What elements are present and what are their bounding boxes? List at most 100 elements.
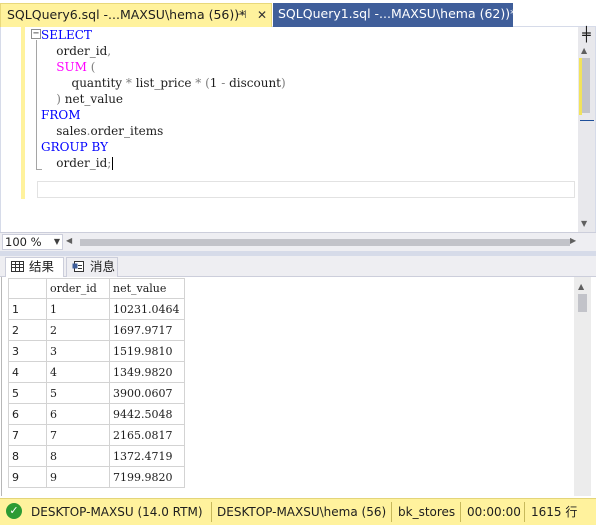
- table-row[interactable]: 6 6 9442.5048: [8, 403, 185, 425]
- column-header-net-value[interactable]: net_value: [109, 278, 185, 299]
- sql-operator: ,: [107, 44, 112, 58]
- scroll-left-arrow-icon[interactable]: ◀: [66, 236, 72, 245]
- status-database: bk_stores: [398, 505, 456, 519]
- code-line[interactable]: SELECT: [41, 27, 571, 43]
- sql-identifier: 1: [209, 76, 222, 90]
- cell-order-id[interactable]: 8: [46, 445, 110, 467]
- cell-order-id[interactable]: 3: [46, 340, 110, 362]
- code-line[interactable]: order_id,: [41, 43, 571, 59]
- sql-operator: (: [201, 76, 210, 90]
- change-tracking-bar: [21, 27, 25, 199]
- outline-line: [36, 40, 37, 170]
- cell-net-value[interactable]: 10231.0464: [109, 298, 185, 320]
- code-line[interactable]: SUM (: [41, 59, 571, 75]
- zoom-select[interactable]: 100 % ▼: [2, 234, 63, 250]
- cell-net-value[interactable]: 1519.9810: [109, 340, 185, 362]
- row-number[interactable]: 6: [8, 403, 47, 425]
- document-tab-strip: SQLQuery6.sql -...MAXSU\hema (56))* ⊣ ✕ …: [0, 0, 596, 27]
- query-editor[interactable]: − SELECT order_id, SUM ( quantity * list…: [0, 27, 596, 232]
- cell-order-id[interactable]: 9: [46, 466, 110, 488]
- code-line[interactable]: quantity * list_price * (1 - discount): [41, 75, 571, 91]
- cell-order-id[interactable]: 4: [46, 361, 110, 383]
- grid-corner[interactable]: [8, 278, 47, 299]
- scroll-up-arrow-icon[interactable]: ▲: [581, 46, 587, 55]
- sql-operator: ): [281, 76, 286, 90]
- sql-identifier: order_id: [41, 44, 108, 58]
- tab-sqlquery1[interactable]: SQLQuery1.sql -...MAXSU\hema (62))*: [273, 3, 516, 27]
- table-row[interactable]: 2 2 1697.9717: [8, 319, 185, 341]
- sql-identifier: list_price: [131, 76, 196, 90]
- code-line[interactable]: GROUP BY: [41, 139, 571, 155]
- sql-keyword: FROM: [41, 108, 81, 122]
- results-tab-strip: 结果 消息: [0, 256, 596, 277]
- results-grid[interactable]: order_id net_value 1 1 10231.0464 2 2 1697.97…: [1, 277, 594, 496]
- table-row[interactable]: 5 5 3900.0607: [8, 382, 185, 404]
- editor-hscroll-thumb[interactable]: [80, 239, 570, 246]
- tab-messages[interactable]: 消息: [66, 257, 118, 277]
- results-table[interactable]: order_id net_value 1 1 10231.0464 2 2 1697.97…: [8, 278, 185, 488]
- cell-net-value[interactable]: 1697.9717: [109, 319, 185, 341]
- code-line[interactable]: sales.order_items: [41, 123, 571, 139]
- cell-net-value[interactable]: 3900.0607: [109, 382, 185, 404]
- collapse-toggle-icon[interactable]: −: [31, 29, 41, 39]
- row-number[interactable]: 4: [8, 361, 47, 383]
- success-check-icon: ✓: [6, 503, 22, 519]
- cell-order-id[interactable]: 1: [46, 298, 110, 320]
- code-line[interactable]: ) net_value: [41, 91, 571, 107]
- sql-identifier: sales: [41, 124, 87, 138]
- table-row[interactable]: 8 8 1372.4719: [8, 445, 185, 467]
- code-line[interactable]: FROM: [41, 107, 571, 123]
- table-row[interactable]: 9 9 7199.9820: [8, 466, 185, 488]
- cell-order-id[interactable]: 6: [46, 403, 110, 425]
- cell-order-id[interactable]: 2: [46, 319, 110, 341]
- row-number[interactable]: 3: [8, 340, 47, 362]
- tab-sqlquery6-label: SQLQuery6.sql -...MAXSU\hema (56))*: [7, 7, 246, 22]
- cell-order-id[interactable]: 5: [46, 382, 110, 404]
- cell-net-value[interactable]: 2165.0817: [109, 424, 185, 446]
- code-text[interactable]: SELECT order_id, SUM ( quantity * list_p…: [41, 27, 571, 171]
- sql-identifier: quantity: [41, 76, 126, 90]
- table-row[interactable]: 1 1 10231.0464: [8, 298, 185, 320]
- row-number[interactable]: 9: [8, 466, 47, 488]
- zoom-scroll-bar: 100 % ▼ ◀ ▶: [0, 232, 596, 251]
- cell-net-value[interactable]: 1349.9820: [109, 361, 185, 383]
- scroll-up-arrow-icon[interactable]: ▲: [578, 282, 584, 291]
- sql-function: SUM: [56, 60, 87, 74]
- row-number[interactable]: 5: [8, 382, 47, 404]
- cell-order-id[interactable]: 7: [46, 424, 110, 446]
- row-number[interactable]: 8: [8, 445, 47, 467]
- status-divider: [460, 502, 461, 522]
- table-row[interactable]: 3 3 1519.9810: [8, 340, 185, 362]
- status-divider: [524, 502, 525, 522]
- pin-icon[interactable]: ⊣: [237, 4, 247, 26]
- code-line[interactable]: order_id;: [41, 155, 571, 171]
- tab-sqlquery6[interactable]: SQLQuery6.sql -...MAXSU\hema (56))* ⊣ ✕: [0, 3, 272, 27]
- editor-scroll-thumb[interactable]: [582, 58, 590, 113]
- current-line-highlight: [37, 181, 575, 198]
- tab-results[interactable]: 结果: [5, 257, 64, 277]
- scroll-right-arrow-icon[interactable]: ▶: [570, 236, 576, 245]
- cell-net-value[interactable]: 1372.4719: [109, 445, 185, 467]
- row-number[interactable]: 7: [8, 424, 47, 446]
- grid-scroll-thumb[interactable]: [578, 294, 587, 312]
- status-bar: ✓ DESKTOP-MAXSU (14.0 RTM) DESKTOP-MAXSU…: [0, 498, 596, 525]
- close-icon[interactable]: ✕: [257, 4, 267, 26]
- row-number[interactable]: 2: [8, 319, 47, 341]
- column-header-order-id[interactable]: order_id: [46, 278, 110, 299]
- messages-icon: [72, 261, 84, 272]
- table-row[interactable]: 7 7 2165.0817: [8, 424, 185, 446]
- cell-net-value[interactable]: 7199.9820: [109, 466, 185, 488]
- sql-identifier: net_value: [60, 92, 124, 106]
- cell-net-value[interactable]: 9442.5048: [109, 403, 185, 425]
- grid-icon: [11, 261, 24, 272]
- sql-keyword: GROUP BY: [41, 140, 108, 154]
- sql-identifier: discount: [225, 76, 281, 90]
- row-number[interactable]: 1: [8, 298, 47, 320]
- table-row[interactable]: 4 4 1349.9820: [8, 361, 185, 383]
- status-user: DESKTOP-MAXSU\hema (56): [217, 505, 387, 519]
- split-window-icon[interactable]: ╪: [579, 28, 594, 43]
- chevron-down-icon[interactable]: ▼: [54, 235, 60, 249]
- sql-identifier: order_items: [90, 124, 164, 138]
- scroll-down-arrow-icon[interactable]: ▼: [581, 219, 587, 228]
- zoom-value: 100 %: [5, 235, 42, 249]
